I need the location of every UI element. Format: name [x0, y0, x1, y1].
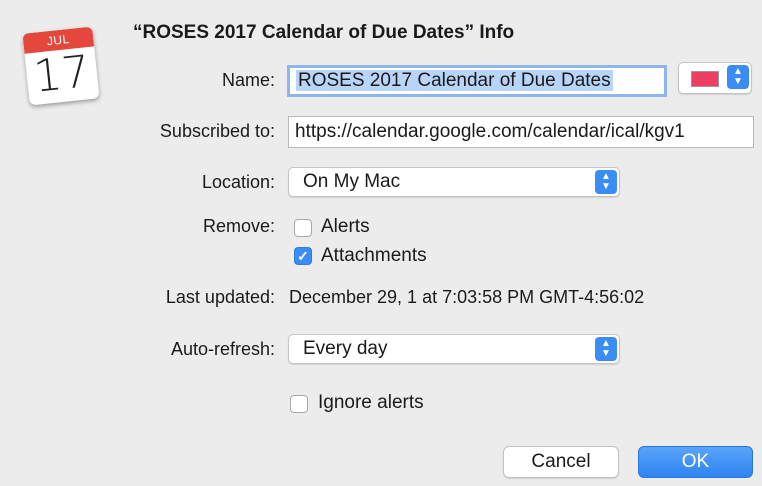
calendar-icon-day: 17 [31, 46, 93, 103]
auto-refresh-popup[interactable]: Every day ▲ ▼ [288, 334, 620, 364]
alerts-label[interactable]: Alerts [321, 216, 370, 238]
calendar-app-icon: JUL 17 [22, 22, 106, 108]
name-field[interactable]: ROSES 2017 Calendar of Due Dates [287, 65, 667, 97]
dialog-title: “ROSES 2017 Calendar of Due Dates” Info [133, 22, 515, 43]
ok-button[interactable]: OK [638, 446, 753, 478]
subscribed-label: Subscribed to: [159, 121, 275, 141]
auto-refresh-label: Auto-refresh: [170, 339, 275, 359]
location-label: Location: [201, 172, 275, 192]
last-updated-value: December 29, 1 at 7:03:58 PM GMT-4:56:02 [289, 287, 645, 307]
location-popup[interactable]: On My Mac ▲ ▼ [288, 167, 620, 197]
updown-arrows-icon: ▲ ▼ [595, 170, 617, 194]
last-updated-label: Last updated: [165, 287, 275, 307]
alerts-checkbox[interactable] [294, 219, 312, 237]
ignore-alerts-checkbox[interactable] [290, 395, 308, 413]
name-value: ROSES 2017 Calendar of Due Dates [296, 70, 613, 91]
cancel-button[interactable]: Cancel [503, 446, 619, 478]
location-value: On My Mac [303, 171, 401, 192]
auto-refresh-value: Every day [303, 338, 388, 359]
attachments-checkbox[interactable]: ✓ [294, 247, 312, 265]
subscribed-url-field[interactable]: https://calendar.google.com/calendar/ica… [288, 116, 754, 148]
name-label: Name: [221, 70, 275, 90]
calendar-color-popup[interactable]: ▲ ▼ [678, 62, 752, 94]
updown-arrows-icon: ▲ ▼ [727, 65, 749, 89]
color-swatch [691, 71, 719, 87]
remove-label: Remove: [202, 216, 275, 236]
updown-arrows-icon: ▲ ▼ [595, 337, 617, 361]
attachments-label[interactable]: Attachments [321, 245, 427, 267]
calendar-info-dialog: JUL 17 “ROSES 2017 Calendar of Due Dates… [0, 0, 762, 486]
checkmark-icon: ✓ [297, 248, 309, 264]
ignore-alerts-label[interactable]: Ignore alerts [318, 392, 424, 414]
